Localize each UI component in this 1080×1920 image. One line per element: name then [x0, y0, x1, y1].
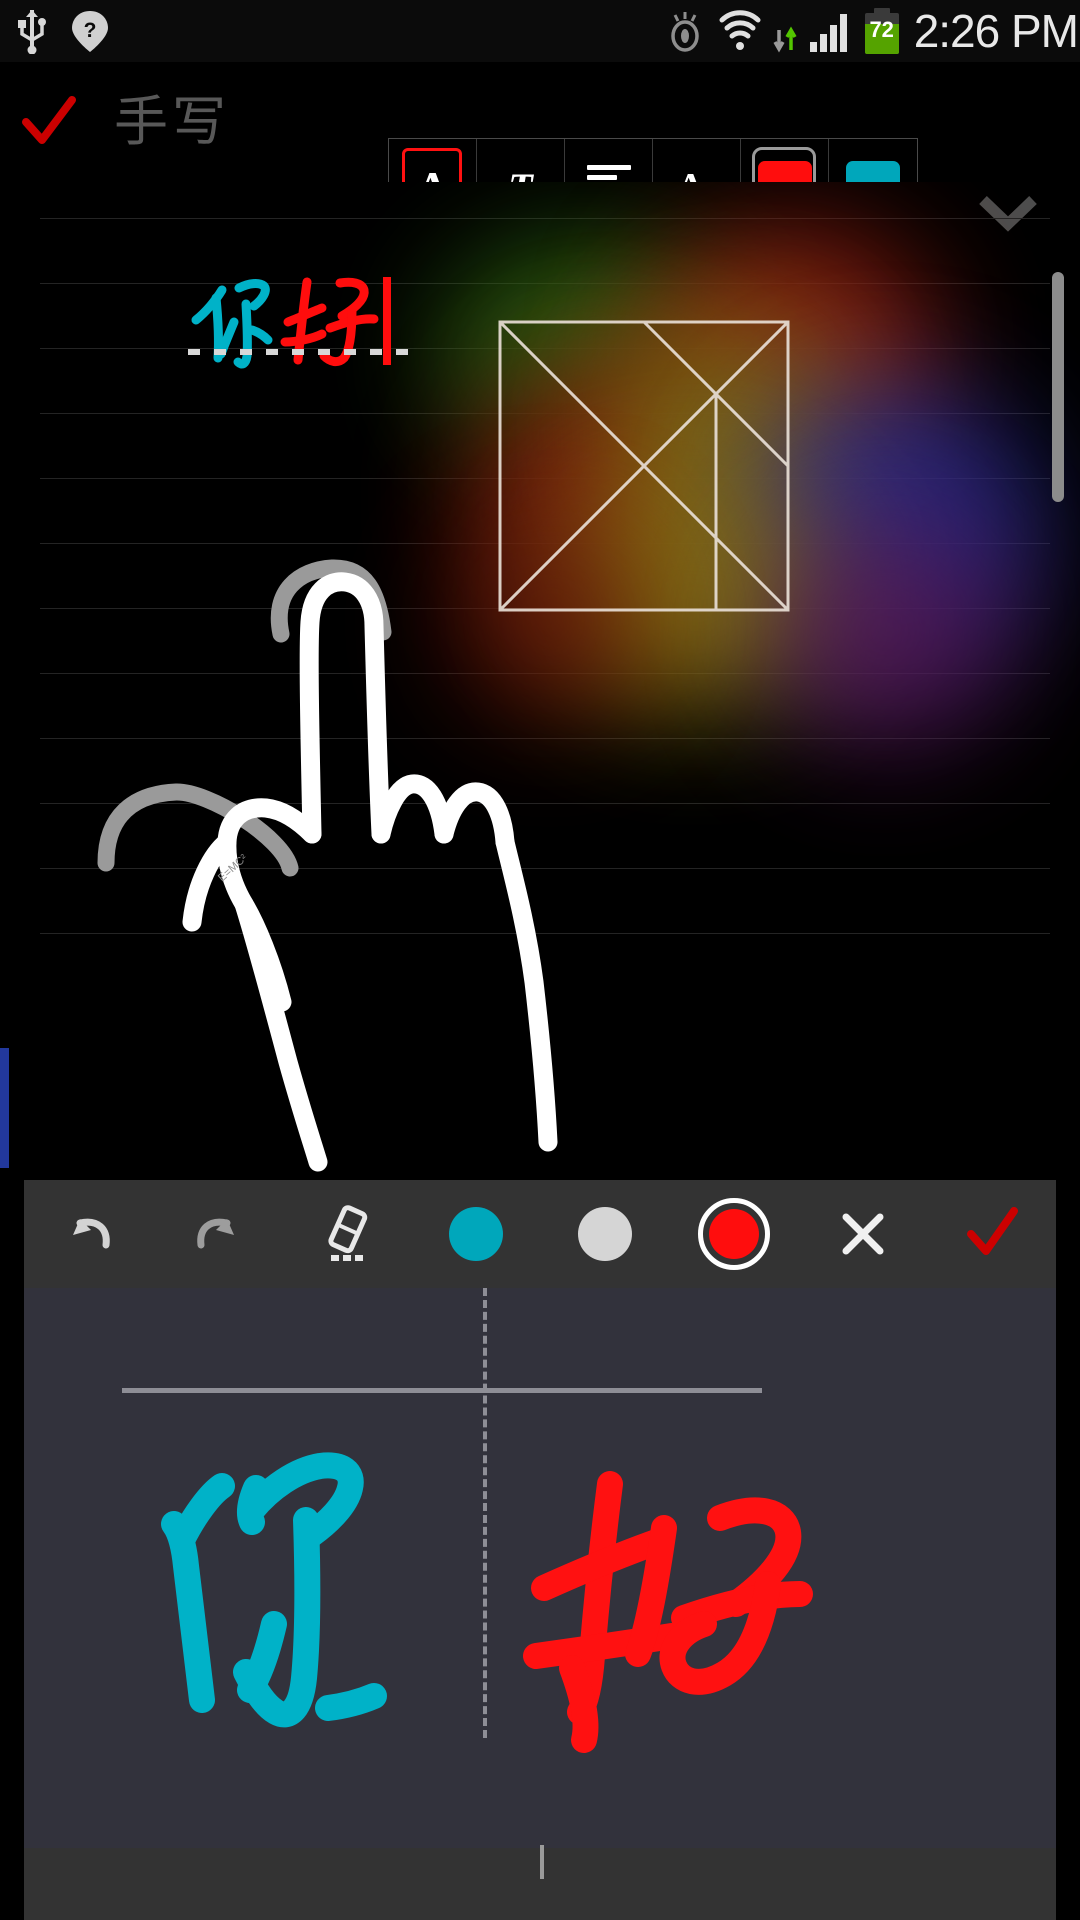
- page-bookmark-marker: [0, 1048, 9, 1168]
- handwriting-canvas[interactable]: [24, 1288, 1056, 1848]
- handwriting-caret: [540, 1845, 544, 1879]
- battery-percent-label: 72: [869, 17, 894, 42]
- handwriting-input-panel: [24, 1180, 1056, 1920]
- battery-icon: 72: [862, 8, 902, 54]
- redo-icon: [196, 1218, 234, 1249]
- panel-left-gutter: [0, 1180, 24, 1920]
- close-x-icon: [842, 1213, 883, 1255]
- color-white-button[interactable]: [540, 1180, 669, 1288]
- handwriting-baseline: [122, 1388, 762, 1393]
- wifi-icon: [719, 10, 761, 50]
- undo-icon: [72, 1218, 110, 1249]
- handwriting-ink: [161, 1452, 813, 1753]
- redo-button[interactable]: [153, 1180, 282, 1288]
- signal-bars-icon: [809, 14, 847, 52]
- eraser-button[interactable]: [282, 1180, 411, 1288]
- color-red-button[interactable]: [669, 1180, 798, 1288]
- color-cyan-button[interactable]: [411, 1180, 540, 1288]
- hand-drawing: E=MC²: [97, 559, 558, 1172]
- check-icon: [22, 96, 76, 144]
- page-title: 手写: [114, 92, 230, 152]
- vertical-scrollbar[interactable]: [1052, 222, 1072, 1042]
- color-dot-icon: [448, 1207, 503, 1261]
- svg-text:?: ?: [84, 19, 97, 42]
- eraser-icon: [327, 1205, 367, 1261]
- close-button[interactable]: [798, 1180, 927, 1288]
- confirm-button[interactable]: [927, 1180, 1056, 1288]
- status-bar-left-icons: ?: [0, 8, 110, 54]
- handwriting-cell-divider: [483, 1288, 487, 1738]
- smart-stay-eye-icon: [670, 12, 699, 52]
- color-dot-icon: [708, 1209, 759, 1259]
- check-icon: [966, 1207, 1018, 1255]
- top-toolbar: 手写 A T Aa: [0, 62, 1080, 236]
- color-dot-icon: [577, 1207, 632, 1261]
- confirm-check-button[interactable]: [0, 62, 96, 182]
- panel-right-gutter: [1056, 1180, 1080, 1920]
- status-bar: ? 72 2:26 PM: [0, 0, 1080, 63]
- scrollbar-thumb[interactable]: [1052, 272, 1064, 502]
- usb-icon: [18, 10, 46, 54]
- undo-button[interactable]: [24, 1180, 153, 1288]
- handwriting-toolbar: [24, 1180, 1056, 1288]
- status-bar-clock: 2:26 PM: [913, 5, 1079, 57]
- status-bar-right-icons: 72 2:26 PM: [662, 8, 1080, 54]
- note-canvas[interactable]: E=MC²: [0, 182, 1080, 1182]
- selected-color-ring: [697, 1198, 770, 1270]
- location-unknown-icon: ?: [72, 11, 108, 52]
- data-transfer-icon: [773, 26, 797, 53]
